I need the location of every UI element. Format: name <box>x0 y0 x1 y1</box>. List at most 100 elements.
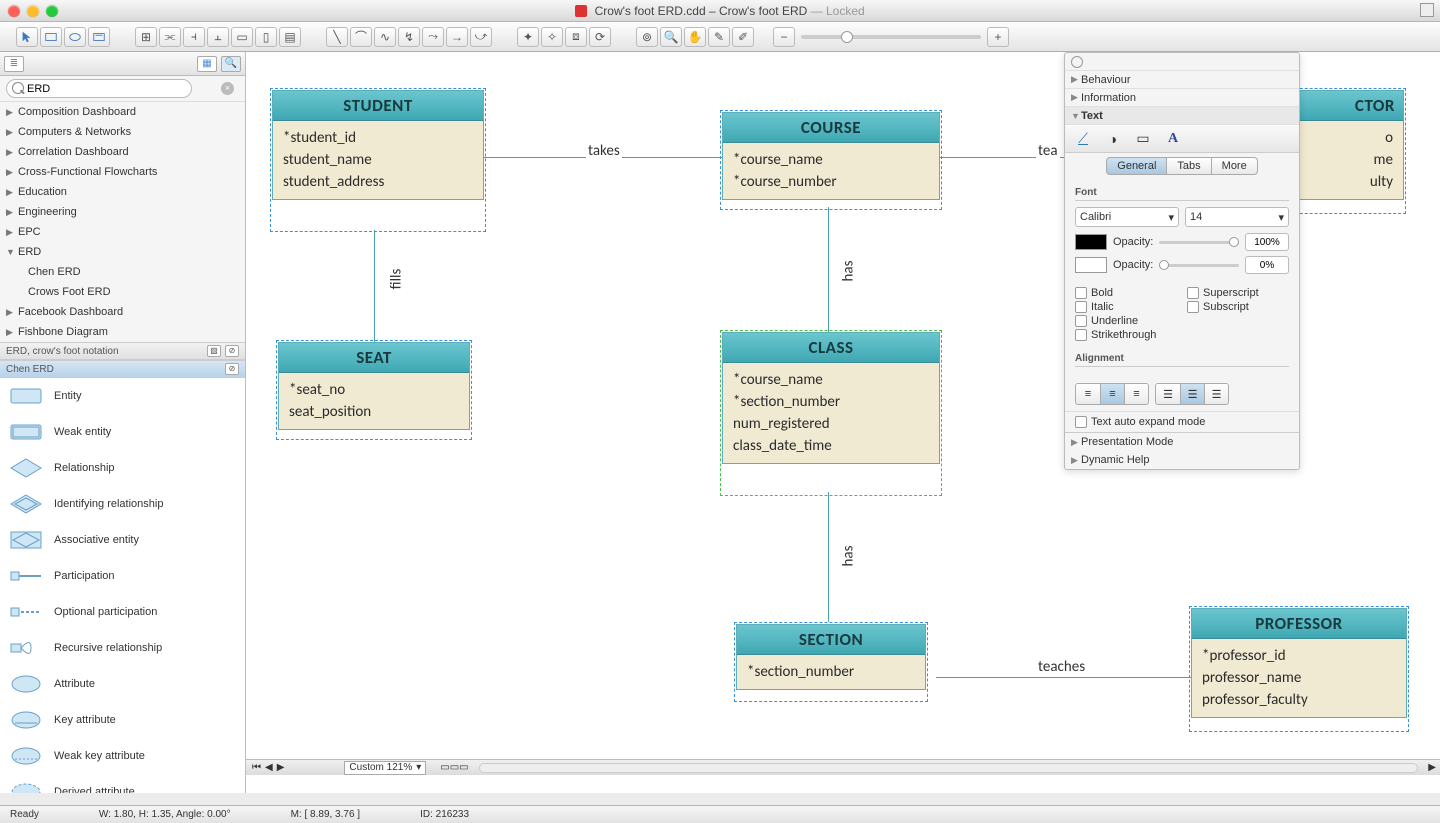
panel-group-information[interactable]: ▶Information <box>1065 89 1299 107</box>
tree-tool[interactable]: ⊞ <box>135 27 157 47</box>
shape-item[interactable]: Participation <box>0 558 245 594</box>
page-next-icon[interactable]: ▶ <box>277 762 285 773</box>
shape-item[interactable]: Optional participation <box>0 594 245 630</box>
auto-expand-checkbox[interactable] <box>1075 416 1087 428</box>
library-tree-item[interactable]: ▶Education <box>0 182 245 202</box>
zoom-in-button[interactable]: + <box>987 27 1009 47</box>
library-tree-item[interactable]: ▶Facebook Dashboard <box>0 302 245 322</box>
font-family-select[interactable]: Calibri▾ <box>1075 207 1179 227</box>
edit-segments-tool[interactable]: ✧ <box>541 27 563 47</box>
align-middle-button[interactable]: ☰ <box>1180 384 1204 404</box>
align-tool[interactable]: ⫞ <box>183 27 205 47</box>
panel-radio-icon[interactable] <box>1071 56 1083 68</box>
fullscreen-icon[interactable] <box>1420 3 1434 17</box>
sidebar-search-tab[interactable]: 🔍 <box>221 56 241 72</box>
zoom-fit-tool[interactable]: ⊚ <box>636 27 658 47</box>
crop-tool[interactable]: ⧈ <box>565 27 587 47</box>
entity-course[interactable]: COURSE *course_name*course_number <box>722 112 940 200</box>
spline-tool[interactable]: ∿ <box>374 27 396 47</box>
ungroup-tool[interactable]: ▯ <box>255 27 277 47</box>
entity-professor[interactable]: PROFESSOR *professor_idprofessor_namepro… <box>1191 608 1407 718</box>
scroll-right-icon[interactable]: ▶ <box>1428 762 1436 773</box>
library-tree-child[interactable]: Crows Foot ERD <box>0 282 245 302</box>
text-tool[interactable] <box>88 27 110 47</box>
zoom-combo[interactable]: Custom 121%▾ <box>344 761 426 775</box>
connector-round-tool[interactable]: ⤳ <box>422 27 444 47</box>
align-center-button[interactable]: ≡ <box>1100 384 1124 404</box>
minimize-window-button[interactable] <box>27 5 39 17</box>
entity-class[interactable]: CLASS *course_name*section_numbernum_reg… <box>722 332 940 464</box>
zoom-window-button[interactable] <box>46 5 58 17</box>
panel-tab-more[interactable]: More <box>1212 157 1258 175</box>
align-bottom-button[interactable]: ☰ <box>1204 384 1228 404</box>
text-underline-tool[interactable]: ⟋ <box>1071 129 1095 149</box>
bg-opacity-input[interactable] <box>1245 256 1289 274</box>
panel-tab-tabs[interactable]: Tabs <box>1167 157 1211 175</box>
library-tree-item[interactable]: ▶Computers & Networks <box>0 122 245 142</box>
text-opacity-input[interactable] <box>1245 233 1289 251</box>
shape-item[interactable]: Associative entity <box>0 522 245 558</box>
connector-curve-tool[interactable]: ⤻ <box>470 27 492 47</box>
panel-tab-general[interactable]: General <box>1106 157 1167 175</box>
entity-section[interactable]: SECTION *section_number <box>736 624 926 690</box>
shape-item[interactable]: Recursive relationship <box>0 630 245 666</box>
bold-checkbox[interactable] <box>1075 287 1087 299</box>
entity-ctor-clipped[interactable]: CTOR omeulty <box>1292 90 1404 200</box>
zoom-slider[interactable] <box>801 35 981 39</box>
text-font-tool[interactable]: A <box>1161 129 1185 149</box>
superscript-checkbox[interactable] <box>1187 287 1199 299</box>
shape-item[interactable]: Identifying relationship <box>0 486 245 522</box>
library-tree-item[interactable]: ▶Engineering <box>0 202 245 222</box>
shape-item[interactable]: Key attribute <box>0 702 245 738</box>
align-top-button[interactable]: ☰ <box>1156 384 1180 404</box>
sidebar-grid-tab[interactable]: ▦ <box>197 56 217 72</box>
distribute-tool[interactable]: ⫠ <box>207 27 229 47</box>
shape-item[interactable]: Attribute <box>0 666 245 702</box>
library-tree-item[interactable]: ▶Composition Dashboard <box>0 102 245 122</box>
library-tree-item[interactable]: ▶Correlation Dashboard <box>0 142 245 162</box>
underline-checkbox[interactable] <box>1075 315 1087 327</box>
align-left-button[interactable]: ≡ <box>1076 384 1100 404</box>
panel-group-dynamic-help[interactable]: ▶Dynamic Help <box>1065 451 1299 469</box>
panel-group-behaviour[interactable]: ▶Behaviour <box>1065 71 1299 89</box>
page-prev-icon[interactable]: ◀ <box>265 762 273 773</box>
category-close-icon[interactable]: ⊘ <box>225 345 239 357</box>
connector-direct-tool[interactable]: → <box>446 27 468 47</box>
text-opacity-slider[interactable] <box>1159 241 1239 244</box>
canvas[interactable]: takes tea fills has has teaches STUDENT … <box>246 52 1440 793</box>
entity-seat[interactable]: SEAT *seat_noseat_position <box>278 342 470 430</box>
shape-item[interactable]: Weak key attribute <box>0 738 245 774</box>
bg-color-swatch[interactable] <box>1075 257 1107 273</box>
arc-tool[interactable]: ⌒ <box>350 27 372 47</box>
line-tool[interactable]: ╲ <box>326 27 348 47</box>
subscript-checkbox[interactable] <box>1187 301 1199 313</box>
library-tree-item[interactable]: ▶Fishbone Diagram <box>0 322 245 342</box>
edit-points-tool[interactable]: ✦ <box>517 27 539 47</box>
shape-item[interactable]: Derived attribute <box>0 774 245 793</box>
ellipse-tool[interactable] <box>64 27 86 47</box>
sidebar-tree-tab[interactable]: ≣ <box>4 56 24 72</box>
panel-group-presentation[interactable]: ▶Presentation Mode <box>1065 433 1299 451</box>
shape-item[interactable]: Weak entity <box>0 414 245 450</box>
align-right-button[interactable]: ≡ <box>1124 384 1148 404</box>
text-box-tool[interactable]: ▭ <box>1131 129 1155 149</box>
library-tree-item[interactable]: ▶EPC <box>0 222 245 242</box>
rect-tool[interactable] <box>40 27 62 47</box>
horizontal-scrollbar[interactable] <box>479 763 1419 773</box>
entity-student[interactable]: STUDENT *student_idstudent_namestudent_a… <box>272 90 484 200</box>
zoom-out-button[interactable]: − <box>773 27 795 47</box>
page-thumbs-icon[interactable]: ▭▭▭ <box>440 762 468 773</box>
order-tool[interactable]: ▤ <box>279 27 301 47</box>
chain-tool[interactable]: ⫘ <box>159 27 181 47</box>
font-size-select[interactable]: 14▾ <box>1185 207 1289 227</box>
connector-smart-tool[interactable]: ↯ <box>398 27 420 47</box>
close-window-button[interactable] <box>8 5 20 17</box>
bg-opacity-slider[interactable] <box>1159 264 1239 267</box>
sidebar-search-input[interactable] <box>6 79 192 98</box>
group-tool[interactable]: ▭ <box>231 27 253 47</box>
hand-tool[interactable]: ✋ <box>684 27 706 47</box>
shape-item[interactable]: Entity <box>0 378 245 414</box>
category-header-chen[interactable]: Chen ERD ⊘ <box>0 360 245 378</box>
rotate-tool[interactable]: ⟳ <box>589 27 611 47</box>
italic-checkbox[interactable] <box>1075 301 1087 313</box>
